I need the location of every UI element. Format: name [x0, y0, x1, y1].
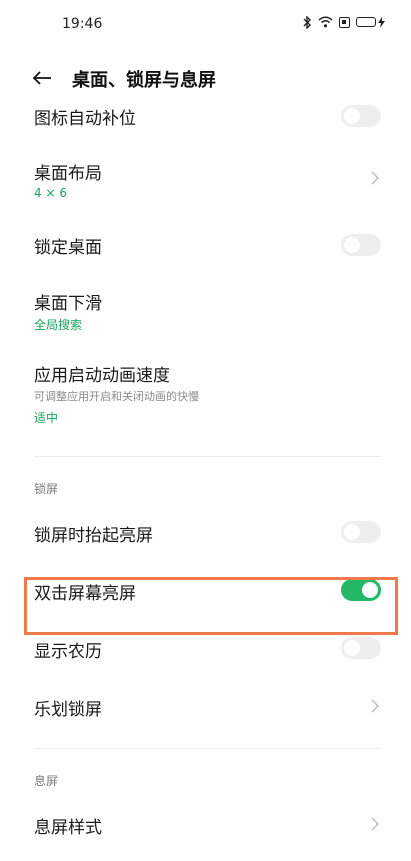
row-lunar-calendar[interactable]: 显示农历: [0, 626, 411, 670]
status-icons: [302, 15, 385, 29]
row-double-tap-wake[interactable]: 双击屏幕亮屏: [0, 568, 411, 612]
status-bar: 19:46: [0, 0, 411, 50]
back-arrow-icon[interactable]: [28, 64, 56, 92]
row-lehua-lockscreen[interactable]: 乐划锁屏: [0, 684, 411, 728]
header: 桌面、锁屏与息屏: [0, 56, 411, 100]
row-title: 应用启动动画速度: [34, 366, 170, 386]
row-title: 双击屏幕亮屏: [34, 584, 136, 604]
section-header-lockscreen: 锁屏: [34, 482, 59, 496]
row-title: 锁定桌面: [34, 238, 102, 258]
toggle-auto-fill[interactable]: [341, 105, 381, 127]
toggle-lock-desktop[interactable]: [341, 234, 381, 256]
toggle-lunar-calendar[interactable]: [341, 637, 381, 659]
row-value: 4 × 6: [34, 186, 67, 200]
row-title: 息屏样式: [34, 818, 102, 838]
row-screen-off-style[interactable]: 息屏样式: [0, 802, 411, 846]
settings-list[interactable]: 图标自动补位 桌面布局 4 × 6 锁定桌面 桌面下滑 全局搜索 应用启动动画速…: [0, 100, 411, 861]
row-lift-to-wake[interactable]: 锁屏时抬起亮屏: [0, 510, 411, 554]
chevron-right-icon: [369, 170, 381, 186]
row-swipe-down[interactable]: 桌面下滑 全局搜索: [0, 278, 411, 336]
chevron-right-icon: [369, 698, 381, 714]
toggle-double-tap-wake[interactable]: [341, 579, 381, 601]
row-title: 乐划锁屏: [34, 700, 102, 720]
divider: [34, 748, 381, 749]
row-lock-desktop[interactable]: 锁定桌面: [0, 222, 411, 266]
row-description: 可调整应用开启和关闭动画的快慢: [34, 390, 199, 403]
wifi-icon: [318, 15, 333, 29]
row-title: 显示农历: [34, 642, 102, 662]
row-auto-fill[interactable]: 图标自动补位: [0, 100, 411, 132]
toggle-lift-to-wake[interactable]: [341, 521, 381, 543]
battery-charging-icon: [356, 15, 385, 29]
section-header-screen-off: 息屏: [34, 774, 59, 788]
row-value: 适中: [34, 411, 59, 425]
row-title: 桌面布局: [34, 164, 102, 184]
row-title: 桌面下滑: [34, 294, 102, 314]
row-animation-speed[interactable]: 应用启动动画速度 可调整应用开启和关闭动画的快慢 适中: [0, 350, 411, 430]
chevron-right-icon: [369, 816, 381, 832]
row-value: 全局搜索: [34, 318, 83, 332]
sim-icon: [339, 15, 350, 29]
row-desktop-layout[interactable]: 桌面布局 4 × 6: [0, 148, 411, 206]
status-time: 19:46: [62, 16, 103, 32]
page-title: 桌面、锁屏与息屏: [72, 70, 216, 91]
bluetooth-icon: [302, 15, 312, 29]
divider: [34, 456, 381, 457]
row-title: 图标自动补位: [34, 109, 136, 129]
row-title: 锁屏时抬起亮屏: [34, 526, 153, 546]
